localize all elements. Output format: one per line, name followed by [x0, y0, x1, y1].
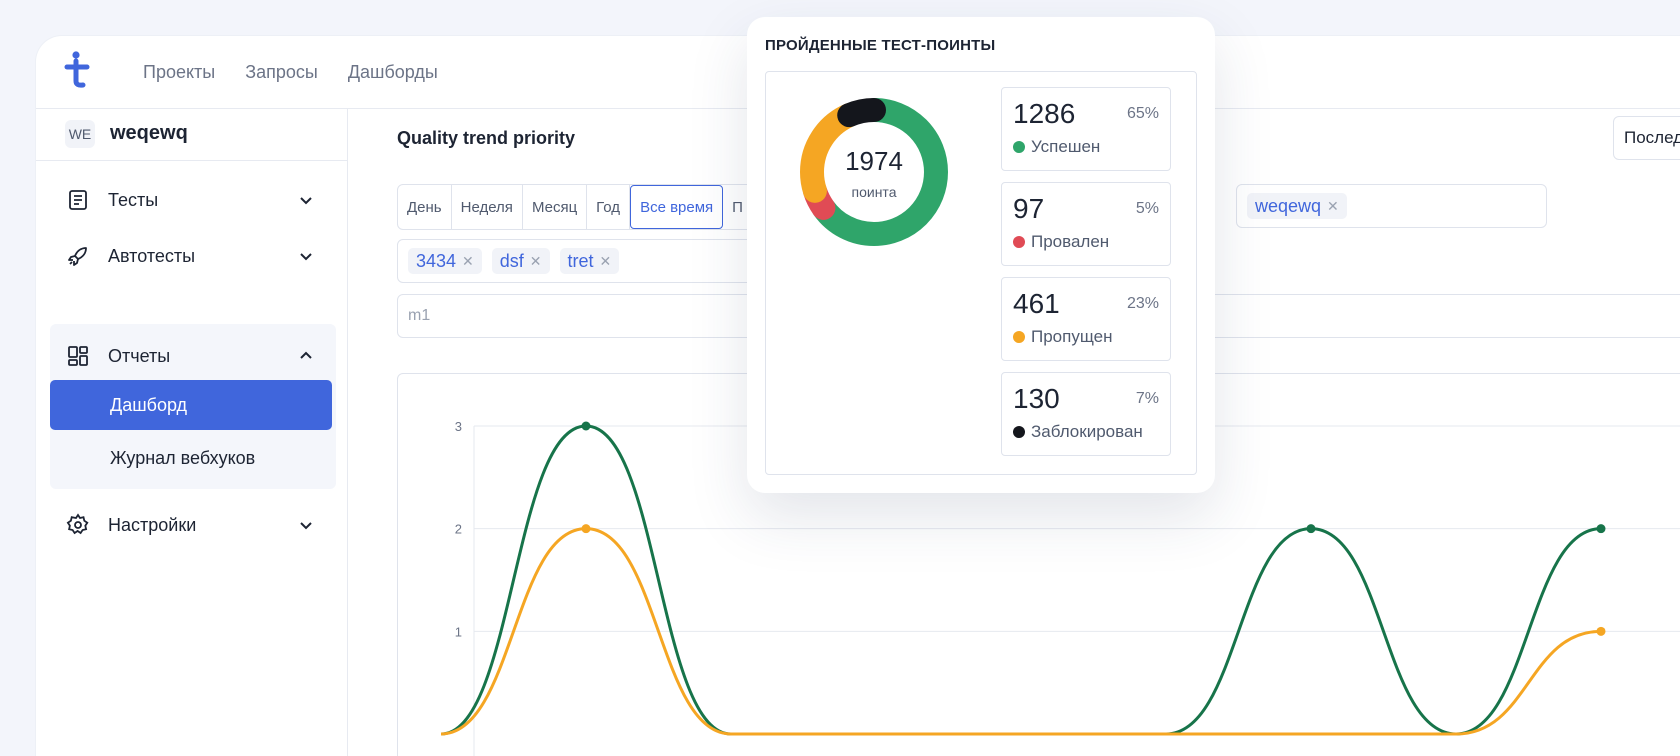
- remove-chip-icon[interactable]: ✕: [462, 253, 474, 270]
- remove-chip-icon[interactable]: ✕: [530, 253, 542, 270]
- stat-skipped: 461 23% Пропущен: [1001, 277, 1171, 361]
- time-range-all-time[interactable]: Все время: [630, 185, 724, 229]
- stat-label-row: Пропущен: [1013, 327, 1112, 347]
- project-filter-field[interactable]: weqewq ✕: [1236, 184, 1547, 228]
- stat-value: 461: [1013, 288, 1060, 319]
- passed-test-points-card: ПРОЙДЕННЫЕ ТЕСТ-ПОИНТЫ 1974 поинта 1286 …: [747, 17, 1215, 493]
- time-range-segmented: День Неделя Месяц Год Все время П: [397, 184, 754, 230]
- tag-chip-label: tret: [567, 250, 594, 271]
- project-chip: weqewq ✕: [1247, 193, 1347, 219]
- sidebar-item-tests[interactable]: Тесты: [50, 178, 334, 222]
- stat-percent: 5%: [1135, 200, 1159, 217]
- data-point[interactable]: [1596, 626, 1606, 636]
- remove-chip-icon[interactable]: ✕: [1327, 198, 1339, 215]
- sidebar-item-label: Тесты: [108, 189, 159, 210]
- tag-chip-label: 3434: [416, 250, 457, 271]
- sidebar-subitem-webhook-log[interactable]: Журнал вебхуков: [50, 433, 332, 483]
- stat-label-row: Заблокирован: [1013, 422, 1143, 442]
- sidebar-item-label: Автотесты: [108, 245, 196, 266]
- y-tick-label: 2: [455, 522, 462, 537]
- stat-label: Успешен: [1031, 137, 1101, 156]
- chevron-up-icon: [300, 351, 312, 359]
- time-range-year[interactable]: Год: [587, 185, 631, 229]
- gear-icon: [64, 511, 92, 539]
- stat-value: 130: [1013, 383, 1060, 414]
- sidebar-subitem-dashboard[interactable]: Дашборд: [50, 380, 332, 430]
- status-dot-icon: [1013, 236, 1025, 248]
- workspace-name: weqewq: [110, 122, 188, 144]
- data-point[interactable]: [581, 524, 591, 534]
- time-range-day[interactable]: День: [398, 185, 452, 229]
- sidebar-item-autotests[interactable]: Автотесты: [50, 234, 334, 278]
- stat-label: Провален: [1031, 232, 1110, 251]
- project-chip-label: weqewq: [1255, 195, 1322, 216]
- status-dot-icon: [1013, 331, 1025, 343]
- y-tick-label: 1: [455, 624, 462, 639]
- time-range-week[interactable]: Неделя: [452, 185, 523, 229]
- sidebar-item-label: Настройки: [108, 514, 197, 535]
- data-point[interactable]: [1596, 524, 1606, 534]
- tag-chip: tret ✕: [559, 248, 620, 274]
- stat-percent: 65%: [1126, 105, 1159, 122]
- nav-requests[interactable]: Запросы: [245, 62, 318, 83]
- tag-chip: 3434 ✕: [408, 248, 482, 274]
- tag-chip-label: dsf: [499, 250, 524, 271]
- stat-value: 97: [1013, 193, 1045, 224]
- dashboard-grid-icon: [64, 342, 92, 370]
- stat-label: Пропущен: [1031, 327, 1113, 346]
- workspace-switcher[interactable]: WE weqewq: [36, 108, 347, 161]
- card-body: 1974 поинта 1286 65% Успешен 97 5% Прова…: [765, 71, 1197, 475]
- sidebar-item-reports[interactable]: Отчеты: [50, 334, 334, 378]
- donut-unit: поинта: [851, 184, 897, 200]
- stat-blocked: 130 7% Заблокирован: [1001, 372, 1171, 456]
- workspace-avatar: WE: [65, 120, 95, 148]
- stat-percent: 7%: [1135, 390, 1159, 407]
- card-title: ПРОЙДЕННЫЕ ТЕСТ-ПОИНТЫ: [765, 37, 996, 54]
- period-select[interactable]: Послед: [1613, 116, 1680, 160]
- data-point[interactable]: [1306, 524, 1316, 534]
- nav-projects[interactable]: Проекты: [143, 62, 215, 83]
- chevron-down-icon: [300, 522, 312, 530]
- stat-failed: 97 5% Провален: [1001, 182, 1171, 266]
- rocket-icon: [64, 242, 92, 270]
- sidebar: WE weqewq Тесты Автотесты Отчеты Дашборд…: [36, 108, 348, 756]
- widget-title: Quality trend priority: [397, 128, 576, 148]
- stat-passed: 1286 65% Успешен: [1001, 87, 1171, 171]
- data-point[interactable]: [581, 421, 591, 431]
- sidebar-item-label: Отчеты: [108, 345, 171, 366]
- status-dot-icon: [1013, 141, 1025, 153]
- nav-dashboards[interactable]: Дашборды: [348, 62, 438, 83]
- stat-label: Заблокирован: [1031, 422, 1143, 441]
- status-dot-icon: [1013, 426, 1025, 438]
- tag-chip: dsf ✕: [491, 248, 550, 274]
- chevron-down-icon: [300, 197, 312, 205]
- time-range-month[interactable]: Месяц: [523, 185, 588, 229]
- y-tick-label: 3: [455, 419, 462, 434]
- app-logo-icon[interactable]: [62, 50, 92, 90]
- remove-chip-icon[interactable]: ✕: [600, 253, 612, 270]
- chevron-down-icon: [300, 253, 312, 261]
- stat-percent: 23%: [1126, 295, 1159, 312]
- document-list-icon: [64, 186, 92, 214]
- donut-total: 1974: [845, 146, 903, 176]
- stat-label-row: Провален: [1013, 232, 1109, 252]
- stat-value: 1286: [1013, 98, 1076, 129]
- top-nav: Проекты Запросы Дашборды: [143, 36, 438, 108]
- stat-label-row: Успешен: [1013, 137, 1100, 157]
- sidebar-item-settings[interactable]: Настройки: [50, 503, 334, 547]
